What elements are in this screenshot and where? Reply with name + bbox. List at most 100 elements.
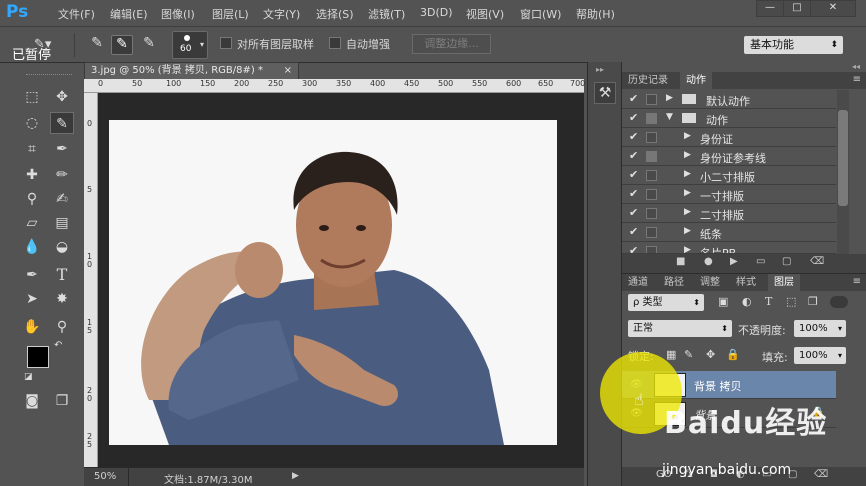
auto-enhance-checkbox[interactable] — [329, 37, 341, 49]
move-tool-icon[interactable]: ✥ — [50, 86, 74, 108]
dialog-toggle-box[interactable] — [646, 151, 657, 162]
filter-smart-object-icon[interactable]: ❐ — [808, 295, 818, 308]
path-selection-tool-icon[interactable]: ➤ — [20, 288, 44, 310]
foreground-color-swatch[interactable] — [27, 346, 49, 368]
new-set-icon[interactable]: ▭ — [756, 256, 765, 267]
healing-brush-tool-icon[interactable]: ✚ — [20, 164, 44, 186]
menu-edit[interactable]: 编辑(E) — [110, 6, 148, 22]
collapse-panel-icon[interactable]: ◂◂ — [852, 62, 860, 71]
expand-triangle-icon[interactable]: ▶ — [684, 207, 691, 217]
action-row[interactable]: ✔ ▶ 身份证 — [622, 128, 836, 147]
tab-styles[interactable]: 样式 — [730, 274, 762, 291]
eraser-tool-icon[interactable]: ▱ — [20, 212, 44, 234]
pen-tool-icon[interactable]: ✒ — [20, 264, 44, 286]
new-selection-icon[interactable]: ✎ — [86, 35, 108, 55]
menu-help[interactable]: 帮助(H) — [576, 6, 615, 22]
delete-icon[interactable]: ⌫ — [810, 256, 824, 267]
default-colors-icon[interactable]: ◪ — [24, 372, 33, 382]
status-menu-arrow-icon[interactable]: ▶ — [292, 471, 299, 481]
delete-layer-icon[interactable]: ⌫ — [814, 469, 828, 480]
type-tool-icon[interactable]: T — [50, 264, 74, 286]
hand-tool-icon[interactable]: ✋ — [20, 316, 44, 338]
action-enabled-check-icon[interactable]: ✔ — [629, 206, 638, 219]
horizontal-ruler[interactable]: 0 50 100 150 200 250 300 350 400 450 500… — [84, 79, 585, 93]
menu-image[interactable]: 图像(I) — [161, 6, 195, 22]
tab-history[interactable]: 历史记录 — [622, 72, 674, 89]
dialog-toggle-box[interactable] — [646, 113, 657, 124]
menu-filter[interactable]: 滤镜(T) — [368, 6, 405, 22]
collapse-dock-icon[interactable]: ▸▸ — [596, 65, 604, 74]
dialog-toggle-box[interactable] — [646, 208, 657, 219]
quick-selection-tool-icon[interactable]: ✎ — [50, 112, 74, 134]
sample-all-layers-checkbox[interactable] — [220, 37, 232, 49]
panel-menu-icon[interactable]: ≡ — [853, 74, 861, 85]
action-enabled-check-icon[interactable]: ✔ — [629, 149, 638, 162]
brush-tool-icon[interactable]: ✏ — [50, 164, 74, 186]
menu-type[interactable]: 文字(Y) — [263, 6, 300, 22]
lock-position-icon[interactable]: ✥ — [706, 348, 715, 361]
lock-all-icon[interactable]: 🔒 — [726, 348, 740, 361]
action-row[interactable]: ✔ ▶ 一寸排版 — [622, 185, 836, 204]
swap-colors-icon[interactable]: ↶ — [54, 340, 62, 351]
filter-shape-icon[interactable]: ⬚ — [786, 295, 796, 308]
tab-channels[interactable]: 通道 — [622, 274, 654, 291]
tab-actions[interactable]: 动作 — [680, 72, 712, 89]
lock-image-icon[interactable]: ✎ — [684, 348, 693, 361]
filter-toggle-switch[interactable] — [830, 296, 848, 308]
vertical-ruler[interactable]: 0 5 1 0 1 5 2 0 2 5 — [84, 93, 98, 467]
refine-edge-button[interactable]: 调整边缘... — [412, 34, 491, 54]
close-tab-icon[interactable]: × — [284, 63, 292, 79]
action-enabled-check-icon[interactable]: ✔ — [629, 244, 638, 253]
crop-tool-icon[interactable]: ⌗ — [20, 138, 44, 160]
dialog-toggle-box[interactable] — [646, 189, 657, 200]
dialog-toggle-box[interactable] — [646, 246, 657, 253]
dialog-toggle-box[interactable] — [646, 227, 657, 238]
action-enabled-check-icon[interactable]: ✔ — [629, 111, 638, 124]
clone-stamp-tool-icon[interactable]: ⚲ — [20, 188, 44, 210]
panel-menu-icon[interactable]: ≡ — [853, 276, 861, 287]
blend-mode-select[interactable]: 正常 ⬍ — [628, 320, 732, 337]
lock-transparent-icon[interactable]: ▦ — [666, 348, 676, 361]
action-enabled-check-icon[interactable]: ✔ — [629, 92, 638, 105]
menu-view[interactable]: 视图(V) — [466, 6, 504, 22]
fill-input[interactable]: 100% ▾ — [794, 347, 846, 364]
dialog-toggle-box[interactable] — [646, 170, 657, 181]
quick-mask-icon[interactable]: ◙ — [20, 390, 44, 412]
action-enabled-check-icon[interactable]: ✔ — [629, 187, 638, 200]
subtract-from-selection-icon[interactable]: ✎ — [138, 35, 160, 55]
workspace-select[interactable]: 基本功能 ⬍ — [744, 36, 843, 54]
action-row[interactable]: ✔ ▶ 名片PB — [622, 242, 836, 254]
history-brush-tool-icon[interactable]: ✍ — [50, 188, 74, 210]
lasso-tool-icon[interactable]: ◌ — [20, 112, 44, 134]
dialog-toggle-box[interactable] — [646, 94, 657, 105]
eyedropper-tool-icon[interactable]: ✒ — [50, 138, 74, 160]
menu-select[interactable]: 选择(S) — [316, 6, 354, 22]
menu-window[interactable]: 窗口(W) — [520, 6, 561, 22]
play-icon[interactable]: ▶ — [730, 256, 738, 267]
close-button[interactable]: ✕ — [810, 0, 856, 17]
add-to-selection-icon[interactable]: ✎ — [111, 35, 133, 55]
shape-tool-icon[interactable]: ✸ — [50, 288, 74, 310]
actions-scrollbar[interactable] — [837, 90, 849, 254]
gradient-tool-icon[interactable]: ▤ — [50, 212, 74, 234]
blur-tool-icon[interactable]: 💧 — [20, 236, 44, 258]
collapse-triangle-icon[interactable]: ▼ — [666, 112, 673, 122]
filter-adjustment-icon[interactable]: ◐ — [742, 295, 752, 308]
new-action-icon[interactable]: ▢ — [782, 256, 791, 267]
expand-triangle-icon[interactable]: ▶ — [666, 93, 673, 103]
opacity-input[interactable]: 100% ▾ — [794, 320, 846, 337]
action-enabled-check-icon[interactable]: ✔ — [629, 225, 638, 238]
action-row[interactable]: ✔ ▶ 二寸排版 — [622, 204, 836, 223]
brush-size-picker[interactable]: 60 ▾ — [172, 31, 208, 59]
filter-type-icon[interactable]: T — [765, 295, 772, 308]
menu-file[interactable]: 文件(F) — [58, 6, 95, 22]
action-enabled-check-icon[interactable]: ✔ — [629, 130, 638, 143]
maximize-button[interactable]: □ — [783, 0, 811, 17]
menu-layer[interactable]: 图层(L) — [212, 6, 249, 22]
expand-triangle-icon[interactable]: ▶ — [684, 188, 691, 198]
action-row[interactable]: ✔ ▼ 动作 — [622, 109, 836, 128]
expand-triangle-icon[interactable]: ▶ — [684, 131, 691, 141]
document-canvas-image[interactable] — [109, 120, 557, 445]
action-row[interactable]: ✔ ▶ 身份证参考线 — [622, 147, 836, 166]
screen-mode-icon[interactable]: ❐ — [50, 390, 74, 412]
